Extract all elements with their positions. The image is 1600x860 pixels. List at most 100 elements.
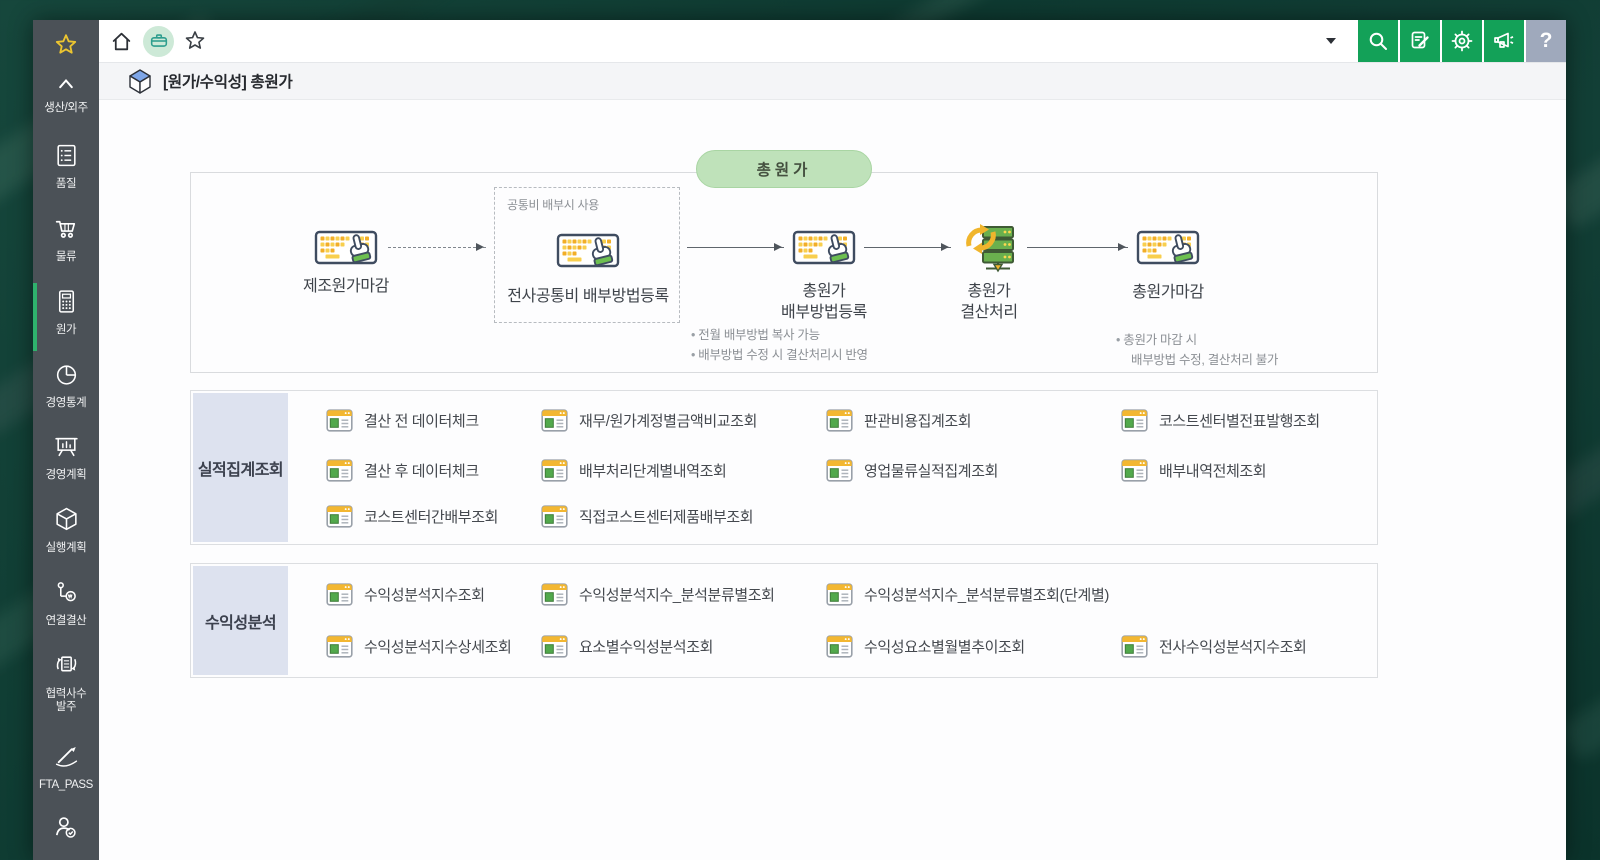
flow-arrow	[687, 243, 784, 251]
menu-item[interactable]: 수익성요소별월별추이조회	[826, 630, 1025, 662]
sidebar-item-label: 실행계획	[45, 542, 87, 554]
help-label: ?	[1539, 29, 1553, 52]
chevron-up-icon	[59, 78, 73, 89]
sidebar-item-biz-plan[interactable]: 경영계획	[33, 433, 99, 482]
person-check-icon	[55, 817, 76, 838]
search-icon	[1369, 32, 1387, 50]
dropdown-caret[interactable]	[1326, 38, 1336, 49]
menu-item[interactable]: 배부내역전체조회	[1121, 454, 1267, 486]
flow-notes: 전월 배부방법 복사 가능 배부방법 수정 시 결산처리시 반영	[691, 325, 868, 365]
sidebar-item-exec-plan[interactable]: 실행계획	[33, 506, 99, 555]
app-window: 생산/외주 품질 물류 원가 경영통계 경영계획 실행계획 연결결산 협력사수 …	[33, 20, 1566, 860]
flow-arrow	[1027, 243, 1128, 251]
menu-item[interactable]: 결산 후 데이터체크	[326, 454, 479, 486]
edit-document-button[interactable]	[1400, 20, 1440, 62]
home-button[interactable]	[109, 29, 134, 54]
window-icon	[1121, 409, 1148, 432]
menu-item[interactable]: 판관비용집계조회	[826, 404, 972, 436]
menu-item[interactable]: 코스트센터별전표발행조회	[1121, 404, 1320, 436]
flow-step-total-cost-settlement[interactable]	[959, 221, 1019, 277]
flow-step-label: 총원가 결산처리	[960, 283, 1018, 321]
flow-step-label: 총원가 배부방법등록	[781, 283, 867, 321]
calculator-icon	[58, 290, 74, 313]
announcement-button[interactable]	[1484, 20, 1524, 62]
window-icon	[326, 459, 353, 482]
sidebar-item-fta-pass[interactable]: FTA_PASS	[33, 743, 99, 792]
sidebar-item-partner-orders[interactable]: 협력사수 발주	[33, 652, 99, 714]
flow-diagram: 총원가 제조원가마감 공통비 배부시 사용 전사공통비 배부방법등록 총원가 배…	[190, 150, 1378, 373]
flow-step-manufacturing-close[interactable]	[314, 225, 378, 277]
help-button[interactable]: ?	[1526, 20, 1566, 62]
flow-title-pill: 총원가	[696, 150, 872, 188]
menu-item[interactable]: 요소별수익성분석조회	[541, 630, 713, 662]
sidebar-item-approval[interactable]	[33, 813, 99, 846]
favorite-button[interactable]	[183, 29, 207, 53]
sidebar-item-quality[interactable]: 품질	[33, 142, 99, 191]
flow-step-common-cost-method[interactable]	[556, 228, 620, 280]
window-icon	[541, 635, 568, 658]
menu-item[interactable]: 수익성분석지수_분석분류별조회	[541, 578, 775, 610]
keyboard-click-icon	[1136, 225, 1200, 277]
sidebar-item-logistics[interactable]: 물류	[33, 215, 99, 264]
sidebar-item-consolidation[interactable]: 연결결산	[33, 579, 99, 628]
menu-item[interactable]: 코스트센터간배부조회	[326, 500, 498, 532]
window-icon	[1121, 459, 1148, 482]
megaphone-icon	[1494, 32, 1514, 48]
sidebar-item-label: 물류	[55, 251, 77, 263]
menu-item[interactable]: 재무/원가계정별금액비교조회	[541, 404, 757, 436]
star-icon	[55, 34, 77, 54]
sidebar-item-stats[interactable]: 경영통계	[33, 361, 99, 410]
window-icon	[326, 409, 353, 432]
window-icon	[541, 583, 568, 606]
keyboard-click-icon	[314, 225, 378, 277]
menu-item[interactable]: 수익성분석지수상세조회	[326, 630, 512, 662]
menu-button[interactable]	[143, 25, 174, 57]
sidebar-scroll-up[interactable]	[33, 76, 99, 95]
menu-item[interactable]: 전사수익성분석지수조회	[1121, 630, 1307, 662]
flow-step-total-cost-close[interactable]	[1136, 225, 1200, 277]
section-performance-summary: 실적집계조회 결산 전 데이터체크 재무/원가계정별금액비교조회 판관비용집계조…	[190, 390, 1378, 545]
home-icon	[112, 32, 131, 50]
module-cube-icon	[127, 68, 153, 94]
window-icon	[326, 583, 353, 606]
settings-button[interactable]	[1442, 20, 1482, 62]
menu-item[interactable]: 수익성분석지수_분석분류별조회(단계별)	[826, 578, 1109, 610]
keyboard-click-icon	[556, 228, 620, 280]
flow-step-label: 총원가마감	[1132, 284, 1204, 301]
search-button[interactable]	[1358, 20, 1398, 62]
menu-item[interactable]: 수익성분석지수조회	[326, 578, 485, 610]
flow-box-note: 공통비 배부시 사용	[507, 198, 599, 212]
window-icon	[541, 505, 568, 528]
menu-item[interactable]: 영업물류실적집계조회	[826, 454, 998, 486]
topbar: ?	[99, 20, 1566, 62]
sidebar-favorites-button[interactable]	[33, 32, 99, 63]
document-edit-icon	[1411, 31, 1429, 49]
sync-document-icon	[56, 656, 76, 672]
flow-step-label: 제조원가마감	[303, 278, 389, 295]
window-icon	[826, 409, 853, 432]
menu-item[interactable]: 배부처리단계별내역조회	[541, 454, 727, 486]
sidebar-item-production[interactable]: 생산/외주	[33, 98, 99, 115]
menu-item[interactable]: 결산 전 데이터체크	[326, 404, 479, 436]
menu-basket-icon	[150, 34, 167, 47]
page-title: [원가/수익성] 총원가	[163, 74, 293, 91]
sidebar-item-label: FTA_PASS	[39, 779, 93, 791]
main-area: ? [원가/수익성] 총원가 총원가 제조원가마감 공통비 배부시 사용 전사공…	[99, 20, 1566, 860]
flow-step-total-cost-method[interactable]	[792, 225, 856, 277]
sidebar-item-label: 협력사수	[45, 688, 87, 700]
sidebar-item-label: 생산/외주	[44, 102, 88, 114]
gear-icon	[1451, 30, 1473, 52]
window-icon	[326, 635, 353, 658]
star-icon	[185, 31, 205, 49]
window-icon	[826, 583, 853, 606]
signing-pen-icon	[55, 747, 77, 767]
presentation-chart-icon	[54, 437, 78, 457]
menu-item[interactable]: 직접코스트센터제품배부조회	[541, 500, 754, 532]
sidebar-item-cost[interactable]: 원가	[33, 288, 99, 337]
sidebar-item-label: 발주	[55, 701, 77, 713]
section-profitability-analysis: 수익성분석 수익성분석지수조회 수익성분석지수_분석분류별조회 수익성분석지수_…	[190, 563, 1378, 678]
window-icon	[541, 409, 568, 432]
keyboard-click-icon	[792, 225, 856, 277]
network-icon	[57, 582, 76, 602]
window-icon	[1121, 635, 1148, 658]
